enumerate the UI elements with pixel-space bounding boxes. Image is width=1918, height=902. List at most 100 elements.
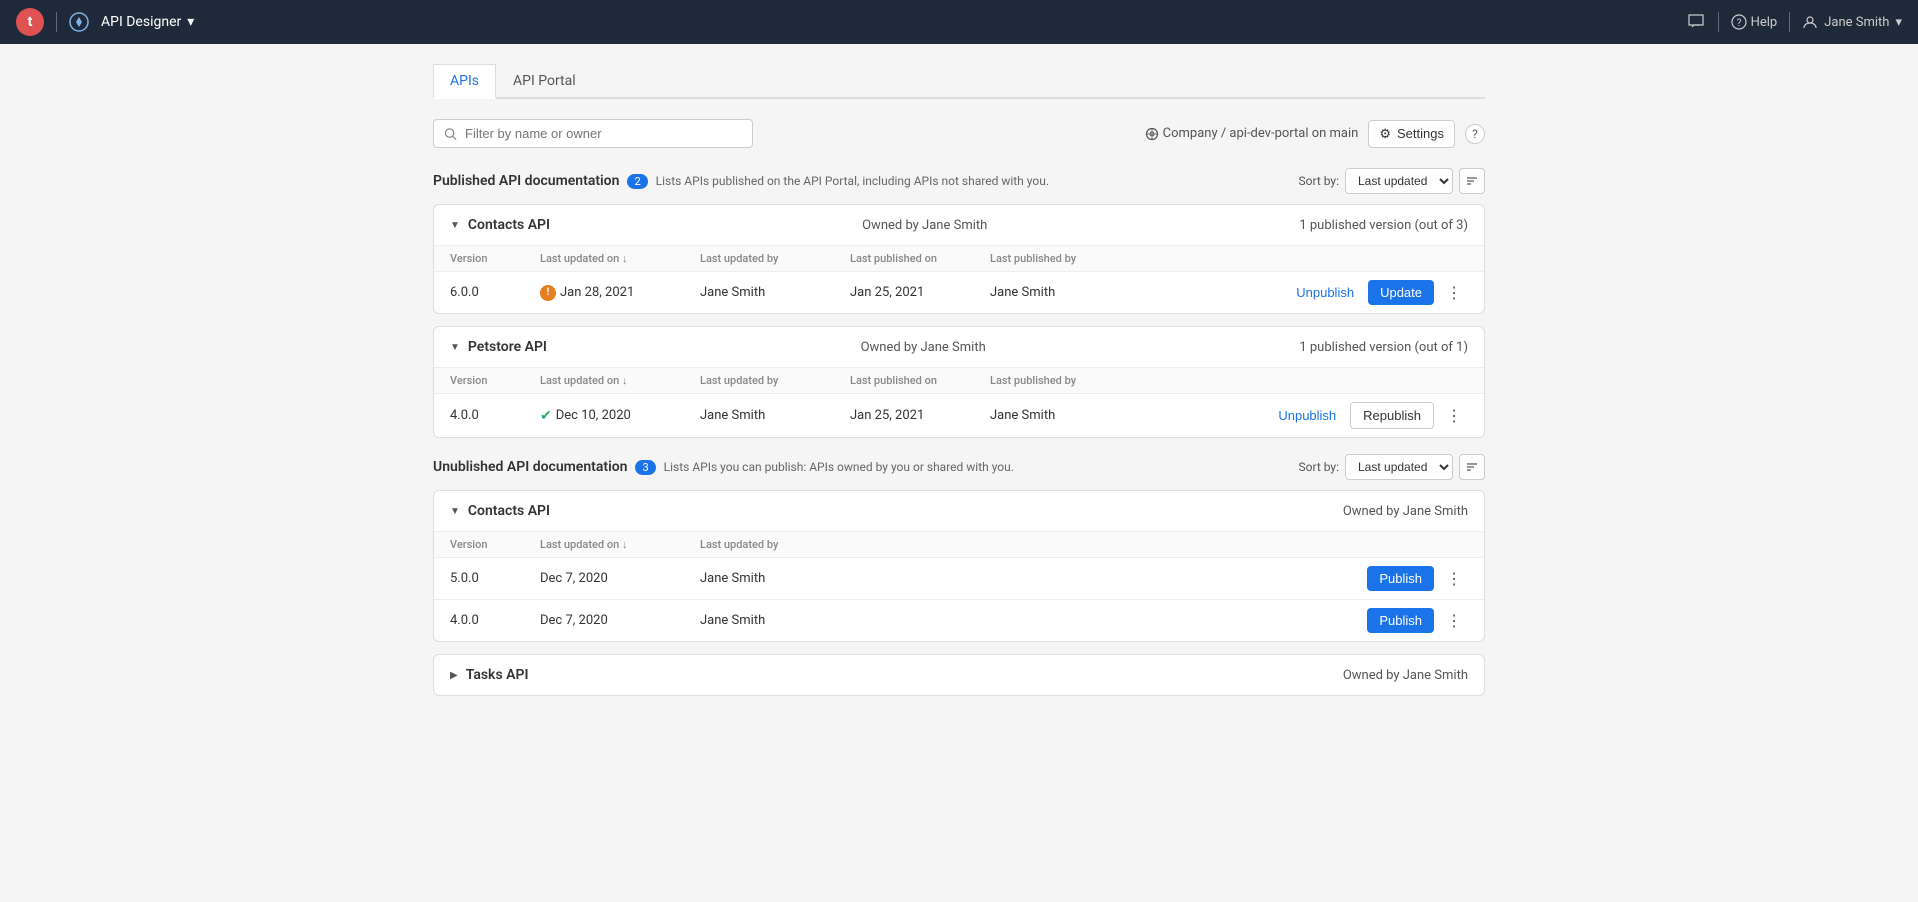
- search-box[interactable]: [433, 119, 753, 148]
- published-sortby-select[interactable]: Last updated Name Owner: [1345, 168, 1453, 194]
- last-updated-by-cell: Jane Smith: [700, 285, 850, 300]
- table-row: 6.0.0 ! Jan 28, 2021 Jane Smith Jan 25, …: [434, 272, 1484, 313]
- search-input[interactable]: [465, 126, 742, 141]
- contacts-api-chevron[interactable]: ▼: [450, 220, 460, 231]
- unpublished-contacts-api-owner: Owned by Jane Smith: [1343, 504, 1468, 519]
- help-link[interactable]: ? Help: [1731, 14, 1778, 30]
- row-actions: Publish ⋮: [850, 608, 1468, 633]
- republish-button[interactable]: Republish: [1350, 402, 1434, 429]
- col-actions: [1130, 252, 1468, 265]
- unpublish-button[interactable]: Unpublish: [1270, 404, 1344, 427]
- publish-button[interactable]: Publish: [1367, 608, 1434, 633]
- tasks-api-chevron[interactable]: ▶: [450, 670, 458, 681]
- version-cell: 4.0.0: [450, 408, 540, 423]
- published-sort-direction-button[interactable]: [1459, 168, 1485, 194]
- last-published-by-cell: Jane Smith: [990, 285, 1130, 300]
- last-published-on-cell: Jan 25, 2021: [850, 408, 990, 423]
- last-updated-on-cell: ! Jan 28, 2021: [540, 285, 700, 301]
- last-updated-by-cell: Jane Smith: [700, 571, 850, 586]
- table-row: 4.0.0 ✔ Dec 10, 2020 Jane Smith Jan 25, …: [434, 394, 1484, 437]
- last-published-on-cell: Jan 25, 2021: [850, 285, 990, 300]
- settings-icon: ⚙: [1379, 126, 1391, 142]
- tab-api-portal[interactable]: API Portal: [496, 64, 593, 99]
- petstore-api-chevron[interactable]: ▼: [450, 342, 460, 353]
- published-petstore-api-version-count: 1 published version (out of 1): [1299, 340, 1468, 355]
- unpublished-section-header: Unublished API documentation 3 Lists API…: [433, 454, 1485, 480]
- table-row: 4.0.0 Dec 7, 2020 Jane Smith Publish ⋮: [434, 600, 1484, 641]
- published-petstore-table-header: Version Last updated on ↓ Last updated b…: [434, 368, 1484, 394]
- col-last-updated-on: Last updated on ↓: [540, 252, 700, 265]
- settings-button[interactable]: ⚙ Settings: [1368, 120, 1455, 148]
- unpublished-contacts-api-name: Contacts API: [468, 503, 550, 519]
- published-section-title: Published API documentation: [433, 173, 619, 189]
- published-sortby: Sort by: Last updated Name Owner: [1299, 168, 1486, 194]
- app-logo[interactable]: t: [16, 8, 44, 36]
- more-options-button[interactable]: ⋮: [1440, 567, 1468, 591]
- brand-logo-icon: [69, 12, 89, 32]
- unpublished-sort-direction-button[interactable]: [1459, 454, 1485, 480]
- last-published-by-cell: Jane Smith: [990, 408, 1130, 423]
- success-icon: ✔: [540, 408, 552, 424]
- col-version: Version: [450, 374, 540, 387]
- published-contacts-api-owner: Owned by Jane Smith: [862, 218, 987, 233]
- last-updated-on-cell: Dec 7, 2020: [540, 613, 700, 628]
- update-button[interactable]: Update: [1368, 280, 1434, 305]
- user-menu[interactable]: Jane Smith ▾: [1802, 14, 1902, 30]
- published-section-desc: Lists APIs published on the API Portal, …: [656, 174, 1049, 188]
- col-actions: [1130, 374, 1468, 387]
- last-updated-by-cell: Jane Smith: [700, 408, 850, 423]
- settings-label: Settings: [1397, 126, 1444, 141]
- unpublished-tasks-api-header: ▶ Tasks API Owned by Jane Smith: [434, 655, 1484, 695]
- api-designer-brand[interactable]: API Designer ▾: [101, 14, 194, 30]
- col-last-updated-by: Last updated by: [700, 374, 850, 387]
- top-navigation: t API Designer ▾ ? Help: [0, 0, 1918, 44]
- unpublished-contacts-api-header: ▼ Contacts API Owned by Jane Smith: [434, 491, 1484, 532]
- row-actions: Unpublish Republish ⋮: [1130, 402, 1468, 429]
- unpublished-sortby: Sort by: Last updated Name Owner: [1299, 454, 1486, 480]
- published-contacts-api-header: ▼ Contacts API Owned by Jane Smith 1 pub…: [434, 205, 1484, 246]
- chat-icon[interactable]: [1686, 12, 1706, 32]
- col-last-updated-on: Last updated on ↓: [540, 374, 700, 387]
- company-text: Company / api-dev-portal on main: [1163, 126, 1359, 141]
- help-circle-icon: ?: [1731, 14, 1747, 30]
- more-options-button[interactable]: ⋮: [1440, 281, 1468, 305]
- publish-button[interactable]: Publish: [1367, 566, 1434, 591]
- col-last-updated-by: Last updated by: [700, 252, 850, 265]
- topnav-right: ? Help Jane Smith ▾: [1686, 12, 1902, 32]
- unpublished-count-badge: 3: [635, 460, 655, 475]
- col-last-published-on: Last published on: [850, 252, 990, 265]
- last-updated-by-cell: Jane Smith: [700, 613, 850, 628]
- col-last-published-by: Last published by: [990, 374, 1130, 387]
- api-toolbar: Company / api-dev-portal on main ⚙ Setti…: [433, 119, 1485, 148]
- brand-name-label: API Designer: [101, 14, 181, 30]
- more-options-button[interactable]: ⋮: [1440, 404, 1468, 428]
- unpublish-button[interactable]: Unpublish: [1288, 281, 1362, 304]
- brand-chevron-icon: ▾: [187, 14, 194, 30]
- user-chevron-icon: ▾: [1895, 15, 1902, 30]
- table-row: 5.0.0 Dec 7, 2020 Jane Smith Publish ⋮: [434, 558, 1484, 600]
- unpublished-section-title: Unublished API documentation: [433, 459, 627, 475]
- help-circle-button[interactable]: ?: [1465, 124, 1485, 144]
- col-last-updated-by: Last updated by: [700, 538, 850, 551]
- unpublished-contacts-api-chevron[interactable]: ▼: [450, 506, 460, 517]
- published-contacts-api-name: Contacts API: [468, 217, 550, 233]
- published-count-badge: 2: [627, 174, 647, 189]
- company-link[interactable]: Company / api-dev-portal on main: [1145, 126, 1359, 141]
- last-updated-on-cell: ✔ Dec 10, 2020: [540, 408, 700, 424]
- published-section-header: Published API documentation 2 Lists APIs…: [433, 168, 1485, 194]
- unpublished-tasks-api-name: Tasks API: [466, 667, 529, 683]
- unpublished-sortby-select[interactable]: Last updated Name Owner: [1345, 454, 1453, 480]
- published-contacts-api-card: ▼ Contacts API Owned by Jane Smith 1 pub…: [433, 204, 1485, 314]
- published-petstore-api-card: ▼ Petstore API Owned by Jane Smith 1 pub…: [433, 326, 1485, 438]
- tab-apis[interactable]: APIs: [433, 64, 496, 99]
- main-tabs: APIs API Portal: [433, 64, 1485, 99]
- published-contacts-api-version-count: 1 published version (out of 3): [1299, 218, 1468, 233]
- unpublished-tasks-api-owner: Owned by Jane Smith: [1343, 668, 1468, 683]
- unpublished-contacts-api-card: ▼ Contacts API Owned by Jane Smith Versi…: [433, 490, 1485, 642]
- more-options-button[interactable]: ⋮: [1440, 609, 1468, 633]
- published-petstore-api-name: Petstore API: [468, 339, 547, 355]
- unpublished-contacts-table-header: Version Last updated on ↓ Last updated b…: [434, 532, 1484, 558]
- last-updated-on-cell: Dec 7, 2020: [540, 571, 700, 586]
- user-avatar-icon: [1802, 14, 1818, 30]
- col-last-published-on: Last published on: [850, 374, 990, 387]
